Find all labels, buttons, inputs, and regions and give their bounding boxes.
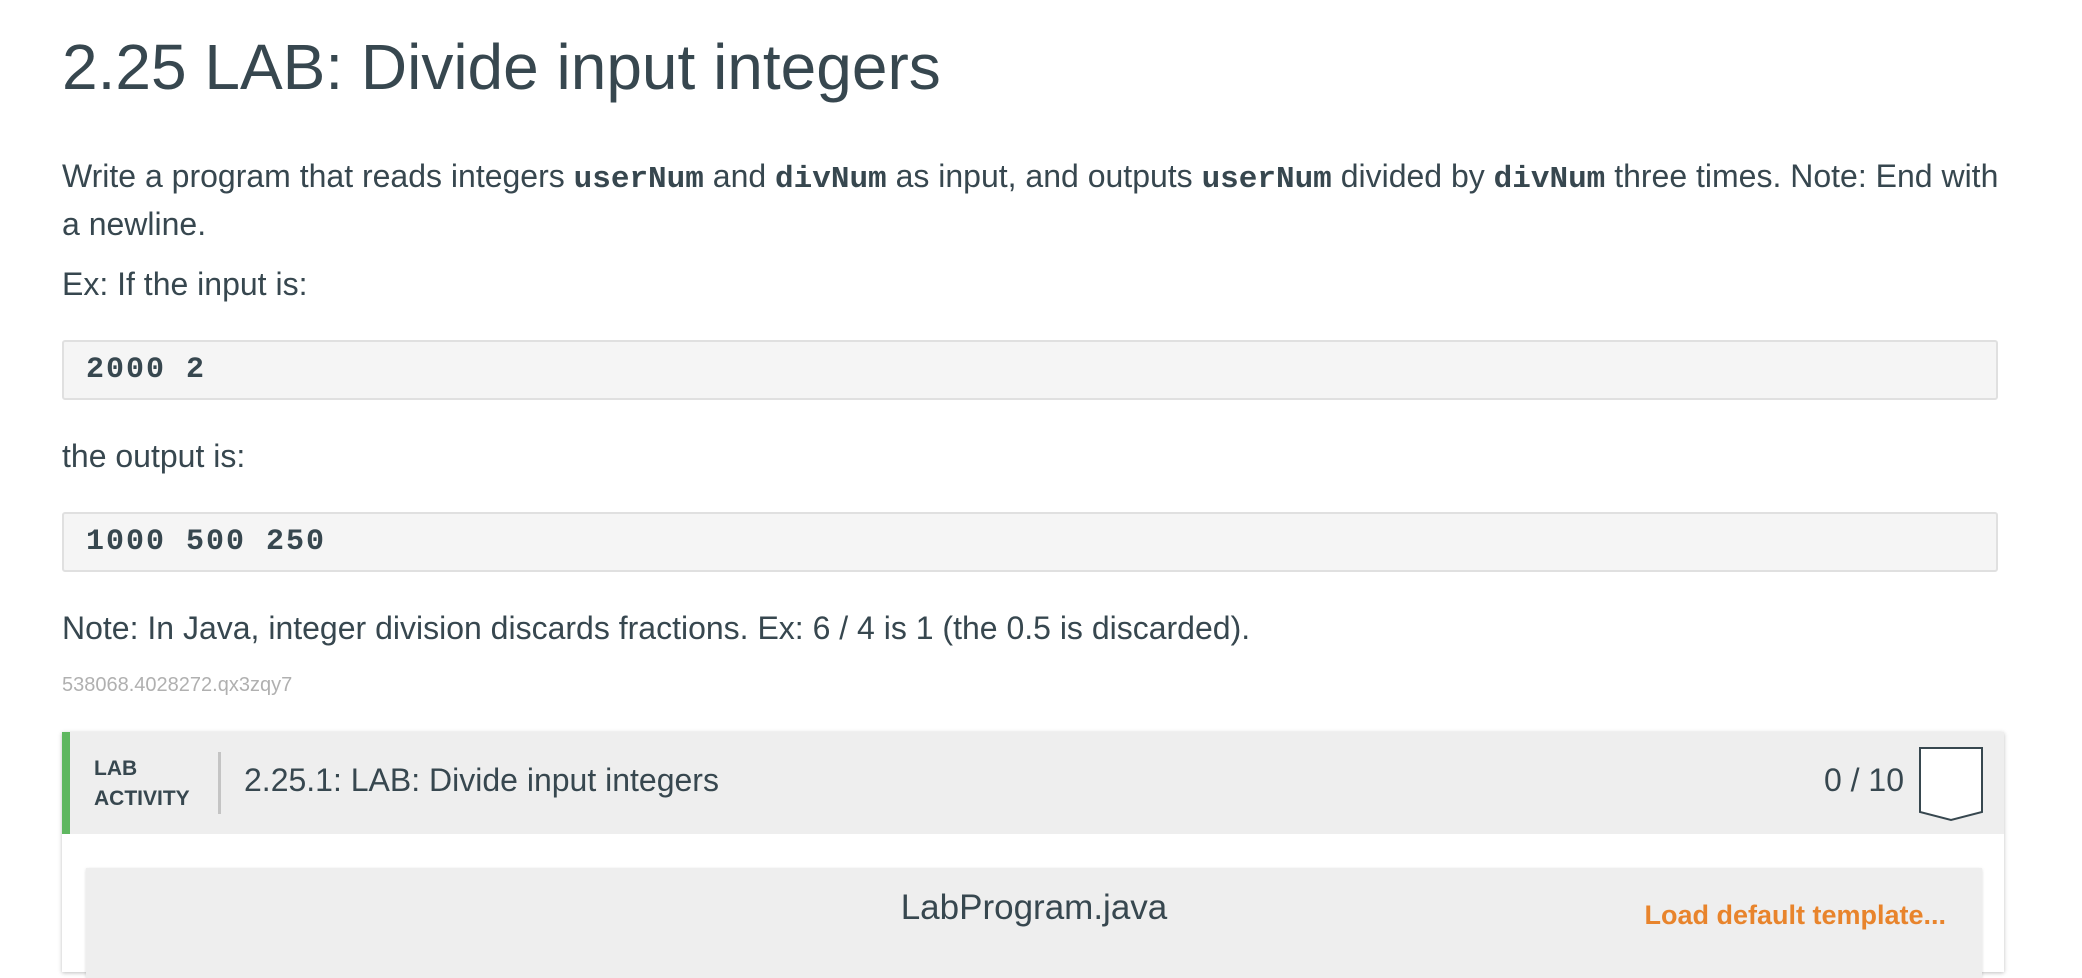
reference-id: 538068.4028272.qx3zqy7 bbox=[62, 674, 293, 696]
var-usernum: userNum bbox=[573, 162, 704, 197]
description-text: and bbox=[703, 158, 776, 194]
lab-description: Write a program that reads integers user… bbox=[62, 154, 2012, 246]
example-output-block: 1000 500 250 bbox=[62, 512, 1998, 572]
description-text: as input, and outputs bbox=[886, 158, 1202, 194]
lab-tag-line: ACTIVITY bbox=[94, 787, 190, 810]
lab-tag-line: LAB bbox=[94, 757, 138, 780]
completion-badge-icon bbox=[1919, 747, 1983, 822]
load-default-template-link[interactable]: Load default template... bbox=[1644, 900, 1946, 931]
lab-score: 0 / 10 bbox=[1823, 762, 1904, 798]
var-usernum: userNum bbox=[1201, 162, 1332, 197]
lab-activity-tag: LAB ACTIVITY bbox=[94, 754, 190, 814]
lab-activity-title: 2.25.1: LAB: Divide input integers bbox=[244, 762, 719, 798]
description-text: Write a program that reads integers bbox=[62, 158, 574, 194]
var-divnum: divNum bbox=[775, 162, 887, 197]
editor-toolbar: LabProgram.java Load default template... bbox=[86, 868, 1982, 978]
header-divider bbox=[218, 752, 221, 814]
lab-activity-card: LAB ACTIVITY 2.25.1: LAB: Divide input i… bbox=[62, 732, 2004, 978]
division-note: Note: In Java, integer division discards… bbox=[62, 610, 1251, 646]
example-input-label: Ex: If the input is: bbox=[62, 266, 308, 302]
example-output-label: the output is: bbox=[62, 438, 246, 474]
lab-activity-header: LAB ACTIVITY 2.25.1: LAB: Divide input i… bbox=[62, 732, 2004, 834]
description-text: divided by bbox=[1331, 158, 1494, 194]
var-divnum: divNum bbox=[1493, 162, 1606, 197]
page-title: 2.25 LAB: Divide input integers bbox=[62, 31, 941, 103]
example-input-block: 2000 2 bbox=[62, 340, 1998, 400]
